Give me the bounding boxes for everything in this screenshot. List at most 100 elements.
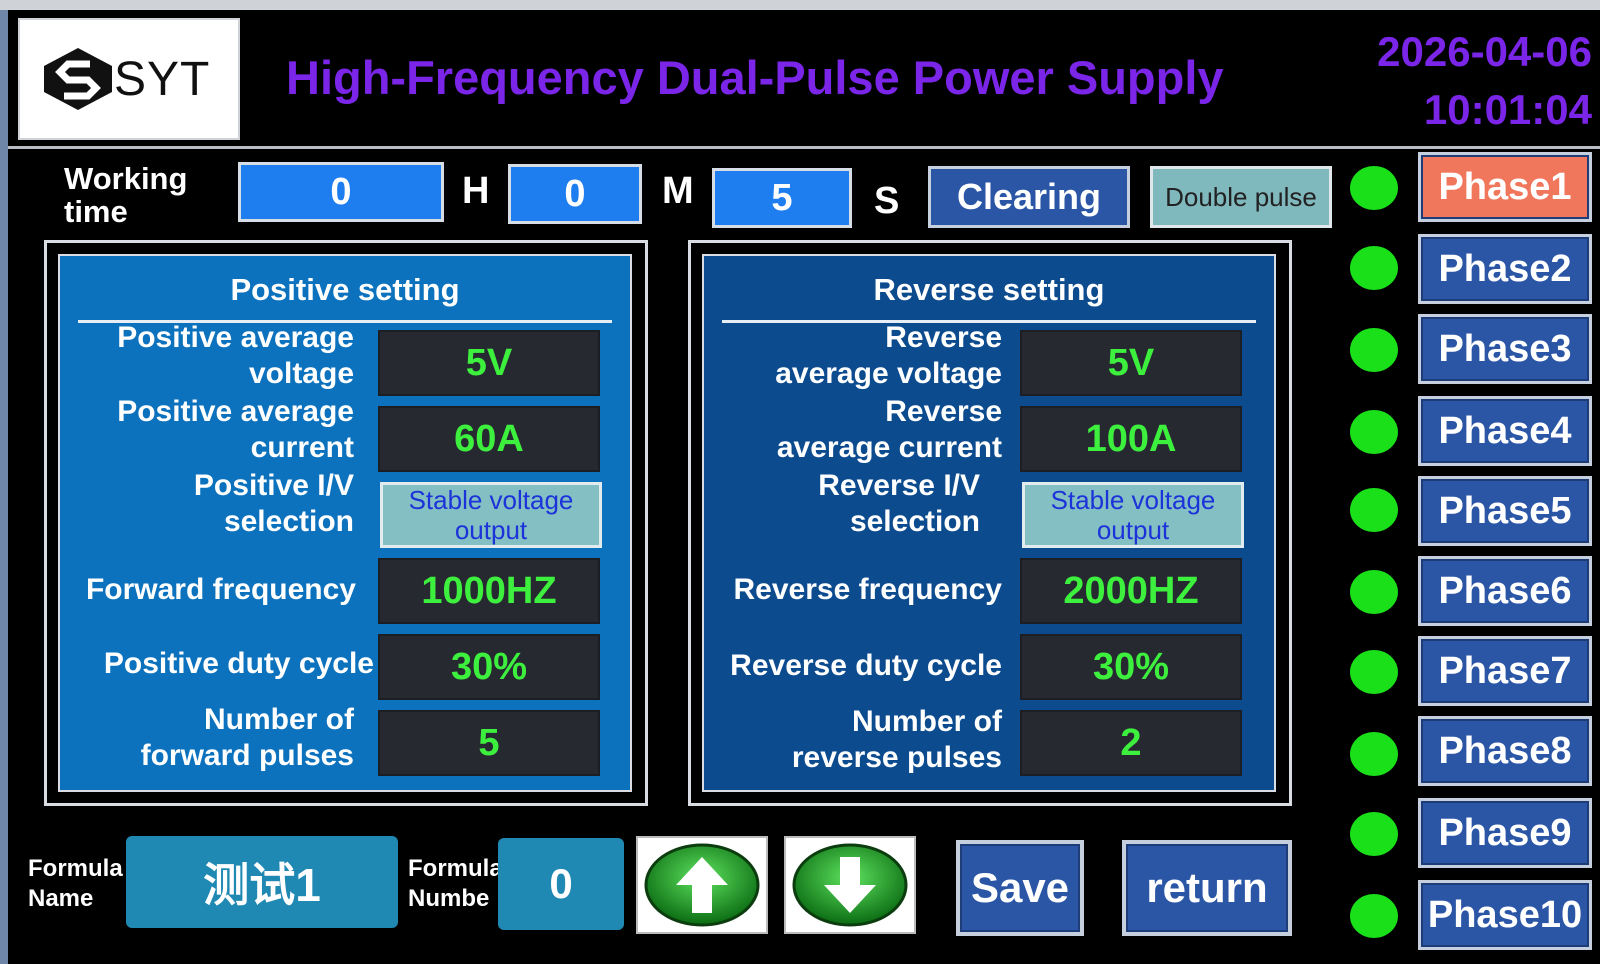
phase-6-button[interactable]: Phase6 xyxy=(1418,556,1592,626)
status-lamp xyxy=(1350,410,1398,454)
status-lamp xyxy=(1350,812,1398,856)
top-border xyxy=(0,0,1600,10)
status-lamp xyxy=(1350,166,1398,210)
previous-formula-button[interactable] xyxy=(636,836,768,934)
phase-4-button[interactable]: Phase4 xyxy=(1418,396,1592,466)
arrow-up-icon xyxy=(644,843,760,927)
phase-2-button[interactable]: Phase2 xyxy=(1418,234,1592,304)
reverse-pulses-label: Number of reverse pulses xyxy=(712,704,1002,776)
logo: SYT xyxy=(18,18,240,140)
hours-unit: H xyxy=(462,170,490,212)
left-border xyxy=(0,10,8,964)
phase-5-button[interactable]: Phase5 xyxy=(1418,476,1592,546)
syt-logo-icon xyxy=(44,48,112,110)
reverse-frequency-label: Reverse frequency xyxy=(733,573,1002,606)
positive-iv-option-line2: output xyxy=(454,515,528,545)
reverse-duty-label: Reverse duty cycle xyxy=(730,649,1002,682)
status-lamp xyxy=(1350,246,1398,290)
reverse-frequency-value[interactable]: 2000HZ xyxy=(1020,558,1242,624)
phase-1-button[interactable]: Phase1 xyxy=(1418,152,1592,222)
brand-name: SYT xyxy=(114,53,211,106)
working-time-label-line1: Working xyxy=(64,161,188,196)
positive-pulses-label: Number of forward pulses xyxy=(64,702,354,774)
reverse-iv-label-line1: Reverse I/V xyxy=(818,469,980,502)
positive-current-label: Positive average current xyxy=(64,394,354,466)
reverse-voltage-label: Reverse average voltage xyxy=(712,320,1002,392)
positive-duty-value[interactable]: 30% xyxy=(378,634,600,700)
formula-name-label-line2: Name xyxy=(28,885,94,912)
positive-iv-label-line2: selection xyxy=(223,505,354,538)
status-lamp xyxy=(1350,894,1398,938)
positive-current-value[interactable]: 60A xyxy=(378,406,600,472)
reverse-iv-option-line2: output xyxy=(1096,515,1170,545)
positive-pulses-value[interactable]: 5 xyxy=(378,710,600,776)
phase-10-button[interactable]: Phase10 xyxy=(1418,880,1592,950)
positive-voltage-value[interactable]: 5V xyxy=(378,330,600,396)
header-divider xyxy=(8,146,1600,149)
working-time-label-line2: time xyxy=(64,194,128,229)
reverse-duty-value[interactable]: 30% xyxy=(1020,634,1242,700)
seconds-field[interactable]: 5 xyxy=(712,168,852,228)
reverse-current-label: Reverse average current xyxy=(712,394,1002,466)
reverse-voltage-value[interactable]: 5V xyxy=(1020,330,1242,396)
formula-number-label: Formula Numbe xyxy=(408,854,503,914)
phase-7-button[interactable]: Phase7 xyxy=(1418,636,1592,706)
status-lamp xyxy=(1350,570,1398,614)
status-lamp xyxy=(1350,650,1398,694)
reverse-current-value[interactable]: 100A xyxy=(1020,406,1242,472)
status-lamp xyxy=(1350,732,1398,776)
formula-number-field[interactable]: 0 xyxy=(498,838,624,930)
minutes-unit: M xyxy=(662,170,694,212)
clearing-button[interactable]: Clearing xyxy=(928,166,1130,228)
phase-8-button[interactable]: Phase8 xyxy=(1418,716,1592,786)
pulse-mode-button[interactable]: Double pulse xyxy=(1150,166,1332,228)
positive-frequency-label: Forward frequency xyxy=(85,573,356,606)
page-title: High-Frequency Dual-Pulse Power Supply xyxy=(286,51,1224,104)
arrow-down-icon xyxy=(792,843,908,927)
phase-3-button[interactable]: Phase3 xyxy=(1418,314,1592,384)
reverse-iv-option-line1: Stable voltage xyxy=(1050,485,1216,515)
formula-number-label-line1: Formula xyxy=(408,855,503,882)
seconds-unit: S xyxy=(874,180,900,222)
status-lamp xyxy=(1350,488,1398,532)
working-time-label: Working time xyxy=(64,162,187,228)
reverse-pulses-label-line1: Number of xyxy=(852,705,1002,738)
hours-field[interactable]: 0 xyxy=(238,162,444,222)
reverse-iv-label: Reverse I/V selection xyxy=(690,468,980,540)
reverse-pulses-value[interactable]: 2 xyxy=(1020,710,1242,776)
positive-pulses-label-line1: Number of xyxy=(204,703,354,736)
positive-duty-label: Positive duty cycle xyxy=(103,647,374,680)
phase-9-button[interactable]: Phase9 xyxy=(1418,798,1592,868)
positive-iv-option-line1: Stable voltage xyxy=(408,485,574,515)
next-formula-button[interactable] xyxy=(784,836,916,934)
reverse-pulses-label-line2: reverse pulses xyxy=(791,741,1002,774)
positive-iv-label: Positive I/V selection xyxy=(64,468,354,540)
reverse-current-label-line1: Reverse xyxy=(885,395,1002,428)
formula-name-label: Formula Name xyxy=(28,854,123,914)
positive-iv-label-line1: Positive I/V xyxy=(193,469,354,502)
positive-voltage-label: Positive average voltage xyxy=(64,320,354,392)
reverse-voltage-label-line1: Reverse xyxy=(885,321,1002,354)
minutes-field[interactable]: 0 xyxy=(508,164,642,224)
positive-panel-title: Positive setting xyxy=(230,272,460,307)
formula-number-label-line2: Numbe xyxy=(408,885,490,912)
positive-frequency-value[interactable]: 1000HZ xyxy=(378,558,600,624)
positive-current-label-line1: Positive average xyxy=(117,395,354,428)
positive-iv-selector[interactable]: Stable voltage output xyxy=(380,482,602,548)
return-button[interactable]: return xyxy=(1122,840,1292,936)
reverse-iv-selector[interactable]: Stable voltage output xyxy=(1022,482,1244,548)
reverse-panel-title: Reverse setting xyxy=(873,272,1105,307)
positive-voltage-label-line1: Positive average xyxy=(117,321,354,354)
reverse-iv-label-line2: selection xyxy=(849,505,980,538)
positive-pulses-label-line2: forward pulses xyxy=(140,739,354,772)
positive-current-label-line2: current xyxy=(250,431,354,464)
formula-name-field[interactable]: 测试1 xyxy=(126,836,398,928)
time-display: 10:01:04 xyxy=(1423,86,1592,133)
save-button[interactable]: Save xyxy=(956,840,1084,936)
formula-name-label-line1: Formula xyxy=(28,855,123,882)
positive-voltage-label-line2: voltage xyxy=(248,357,354,390)
reverse-current-label-line2: average current xyxy=(776,431,1002,464)
status-lamp xyxy=(1350,328,1398,372)
date-display: 2026-04-06 xyxy=(1377,28,1592,75)
reverse-voltage-label-line2: average voltage xyxy=(775,357,1002,390)
